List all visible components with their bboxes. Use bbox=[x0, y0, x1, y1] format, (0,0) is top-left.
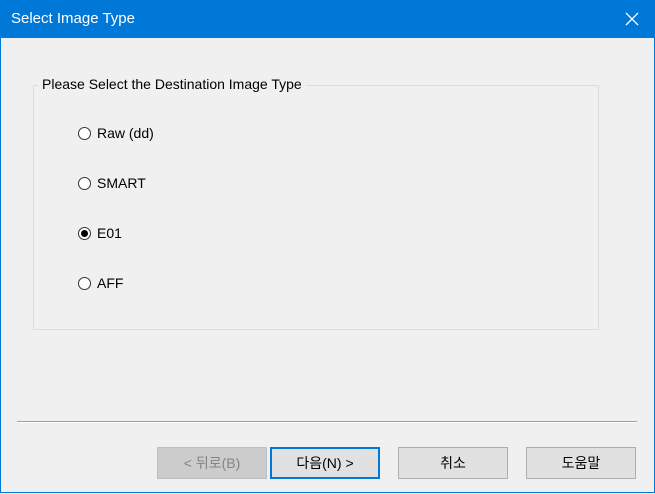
radio-circle[interactable] bbox=[78, 276, 91, 290]
title-bar: Select Image Type bbox=[0, 0, 655, 38]
radio-circle-selected[interactable] bbox=[78, 226, 91, 240]
help-button[interactable]: 도움말 bbox=[526, 447, 636, 479]
radio-raw-dd[interactable]: Raw (dd) bbox=[78, 123, 154, 143]
radio-label: Raw (dd) bbox=[97, 125, 154, 141]
cancel-button[interactable]: 취소 bbox=[398, 447, 508, 479]
groupbox-label: Please Select the Destination Image Type bbox=[38, 76, 306, 92]
footer-separator bbox=[17, 421, 637, 423]
radio-smart[interactable]: SMART bbox=[78, 173, 146, 193]
radio-e01[interactable]: E01 bbox=[78, 223, 122, 243]
next-button[interactable]: 다음(N) > bbox=[270, 447, 380, 479]
close-button[interactable] bbox=[609, 0, 655, 38]
radio-label: E01 bbox=[97, 225, 122, 241]
radio-label: SMART bbox=[97, 175, 146, 191]
window-title: Select Image Type bbox=[11, 10, 135, 27]
radio-circle[interactable] bbox=[78, 126, 91, 140]
close-icon bbox=[625, 12, 639, 26]
radio-circle[interactable] bbox=[78, 176, 91, 190]
back-button[interactable]: < 뒤로(B) bbox=[157, 447, 267, 479]
radio-label: AFF bbox=[97, 275, 124, 291]
image-type-groupbox bbox=[33, 85, 599, 330]
radio-aff[interactable]: AFF bbox=[78, 273, 123, 293]
